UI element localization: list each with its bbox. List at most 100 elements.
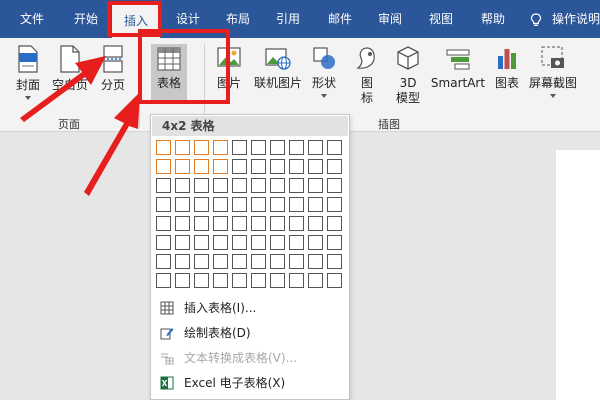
table-size-cell[interactable] xyxy=(232,178,247,193)
table-size-cell[interactable] xyxy=(194,159,209,174)
menu-item-excel-spreadsheet[interactable]: Excel 电子表格(X) xyxy=(152,372,350,394)
tab-mailings[interactable]: 邮件 xyxy=(316,0,364,38)
table-size-cell[interactable] xyxy=(213,235,228,250)
table-size-cell[interactable] xyxy=(194,254,209,269)
menu-item-text-to-table[interactable]: 文本转换成表格(V)... xyxy=(152,347,350,369)
table-size-cell[interactable] xyxy=(308,159,323,174)
shapes-button[interactable]: 形状 xyxy=(308,44,340,98)
table-size-cell[interactable] xyxy=(232,273,247,288)
table-size-cell[interactable] xyxy=(251,216,266,231)
table-size-cell[interactable] xyxy=(232,159,247,174)
table-size-cell[interactable] xyxy=(270,178,285,193)
smartart-button[interactable]: SmartArt xyxy=(430,44,486,91)
icons-button[interactable]: 图 标 xyxy=(352,44,382,106)
tab-help[interactable]: 帮助 xyxy=(468,0,518,38)
table-size-cell[interactable] xyxy=(232,254,247,269)
table-size-cell[interactable] xyxy=(156,216,171,231)
blank-page-button[interactable]: 空白页 xyxy=(48,44,92,93)
table-size-cell[interactable] xyxy=(213,197,228,212)
table-size-cell[interactable] xyxy=(289,197,304,212)
table-size-cell[interactable] xyxy=(308,254,323,269)
table-size-cell[interactable] xyxy=(175,216,190,231)
table-size-cell[interactable] xyxy=(289,273,304,288)
table-size-cell[interactable] xyxy=(308,197,323,212)
table-size-grid[interactable] xyxy=(156,140,342,288)
table-size-cell[interactable] xyxy=(194,140,209,155)
table-size-cell[interactable] xyxy=(175,254,190,269)
table-size-cell[interactable] xyxy=(289,216,304,231)
table-size-cell[interactable] xyxy=(270,159,285,174)
table-size-cell[interactable] xyxy=(156,197,171,212)
table-size-cell[interactable] xyxy=(327,216,342,231)
tell-me-search[interactable]: 操作说明 xyxy=(552,0,600,38)
table-size-cell[interactable] xyxy=(175,178,190,193)
table-size-cell[interactable] xyxy=(156,140,171,155)
table-size-cell[interactable] xyxy=(251,140,266,155)
table-size-cell[interactable] xyxy=(213,178,228,193)
table-size-cell[interactable] xyxy=(194,235,209,250)
table-size-cell[interactable] xyxy=(156,178,171,193)
table-size-cell[interactable] xyxy=(194,197,209,212)
tab-home[interactable]: 开始 xyxy=(60,0,112,38)
table-size-cell[interactable] xyxy=(194,216,209,231)
table-size-cell[interactable] xyxy=(308,140,323,155)
table-size-cell[interactable] xyxy=(270,197,285,212)
table-size-cell[interactable] xyxy=(232,197,247,212)
table-size-cell[interactable] xyxy=(194,178,209,193)
table-size-cell[interactable] xyxy=(251,178,266,193)
table-size-cell[interactable] xyxy=(327,254,342,269)
page-break-button[interactable]: 分页 xyxy=(96,44,130,93)
table-size-cell[interactable] xyxy=(175,273,190,288)
table-size-cell[interactable] xyxy=(175,235,190,250)
table-size-cell[interactable] xyxy=(156,273,171,288)
table-size-cell[interactable] xyxy=(232,140,247,155)
chart-button[interactable]: 图表 xyxy=(490,44,524,91)
table-size-cell[interactable] xyxy=(270,254,285,269)
table-size-cell[interactable] xyxy=(175,159,190,174)
table-size-cell[interactable] xyxy=(175,140,190,155)
table-size-cell[interactable] xyxy=(270,140,285,155)
table-size-cell[interactable] xyxy=(289,254,304,269)
table-size-cell[interactable] xyxy=(289,159,304,174)
table-size-cell[interactable] xyxy=(232,216,247,231)
lightbulb-icon[interactable] xyxy=(530,13,542,27)
screenshot-button[interactable]: 屏幕截图 xyxy=(526,44,580,98)
table-size-cell[interactable] xyxy=(289,140,304,155)
table-size-cell[interactable] xyxy=(213,216,228,231)
table-size-cell[interactable] xyxy=(270,216,285,231)
table-size-cell[interactable] xyxy=(327,140,342,155)
tab-references[interactable]: 引用 xyxy=(264,0,312,38)
table-size-cell[interactable] xyxy=(232,235,247,250)
table-size-cell[interactable] xyxy=(213,140,228,155)
3d-models-button[interactable]: 3D 模型 xyxy=(390,44,426,106)
table-size-cell[interactable] xyxy=(308,273,323,288)
table-size-cell[interactable] xyxy=(156,159,171,174)
document-page[interactable] xyxy=(556,150,600,400)
tab-view[interactable]: 视图 xyxy=(416,0,466,38)
table-size-cell[interactable] xyxy=(289,235,304,250)
menu-item-draw-table[interactable]: 绘制表格(D) xyxy=(152,322,350,344)
table-size-cell[interactable] xyxy=(175,197,190,212)
table-size-cell[interactable] xyxy=(289,178,304,193)
table-size-cell[interactable] xyxy=(327,273,342,288)
table-size-cell[interactable] xyxy=(327,159,342,174)
table-size-cell[interactable] xyxy=(270,273,285,288)
table-size-cell[interactable] xyxy=(156,254,171,269)
table-size-cell[interactable] xyxy=(213,159,228,174)
menu-item-insert-table[interactable]: 插入表格(I)... xyxy=(152,297,350,319)
cover-page-button[interactable]: 封面 xyxy=(8,44,48,100)
table-size-cell[interactable] xyxy=(251,235,266,250)
table-size-cell[interactable] xyxy=(156,235,171,250)
tab-file[interactable]: 文件 xyxy=(4,0,60,38)
table-size-cell[interactable] xyxy=(251,273,266,288)
table-size-cell[interactable] xyxy=(251,254,266,269)
table-size-cell[interactable] xyxy=(327,197,342,212)
table-size-cell[interactable] xyxy=(327,235,342,250)
online-pictures-button[interactable]: 联机图片 xyxy=(250,44,306,91)
table-size-cell[interactable] xyxy=(308,216,323,231)
table-size-cell[interactable] xyxy=(251,197,266,212)
table-size-cell[interactable] xyxy=(308,178,323,193)
table-size-cell[interactable] xyxy=(213,273,228,288)
table-size-cell[interactable] xyxy=(213,254,228,269)
tab-review[interactable]: 审阅 xyxy=(366,0,414,38)
